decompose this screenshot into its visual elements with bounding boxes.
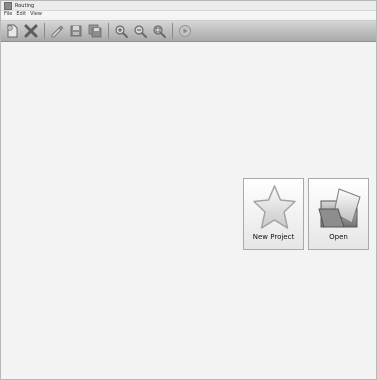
save-all-icon (88, 24, 102, 38)
close-button[interactable] (22, 22, 40, 40)
toolbar-separator (172, 23, 173, 39)
app-icon (4, 1, 12, 10)
menu-view[interactable]: View (30, 11, 42, 18)
run-button[interactable] (176, 22, 194, 40)
zoom-fit-icon (153, 25, 166, 38)
folder-open-icon (318, 188, 361, 228)
open-label: Open (329, 233, 348, 241)
title-bar: Routing (1, 1, 376, 11)
close-icon (24, 24, 38, 38)
app-window: Routing File Edit View New Project Open (0, 0, 377, 380)
zoom-out-icon (134, 25, 147, 38)
menu-file[interactable]: File (4, 11, 12, 18)
zoom-fit-button[interactable] (150, 22, 168, 40)
zoom-out-button[interactable] (131, 22, 149, 40)
zoom-in-icon (115, 25, 128, 38)
toolbar-separator (108, 23, 109, 39)
workspace: New Project Open (2, 43, 375, 378)
new-project-tile[interactable]: New Project (243, 178, 304, 250)
toolbar (1, 20, 376, 42)
save-icon (70, 25, 82, 37)
window-title: Routing (15, 2, 35, 9)
new-project-label: New Project (252, 233, 295, 241)
save-all-button[interactable] (86, 22, 104, 40)
new-icon (7, 24, 18, 38)
run-icon (179, 25, 191, 37)
edit-button[interactable] (48, 22, 66, 40)
edit-icon (51, 25, 64, 38)
menu-edit[interactable]: Edit (16, 11, 26, 18)
open-tile[interactable]: Open (308, 178, 369, 250)
new-button[interactable] (3, 22, 21, 40)
star-icon (253, 185, 296, 229)
zoom-in-button[interactable] (112, 22, 130, 40)
save-button[interactable] (67, 22, 85, 40)
toolbar-separator (44, 23, 45, 39)
menu-bar: File Edit View (1, 11, 376, 18)
